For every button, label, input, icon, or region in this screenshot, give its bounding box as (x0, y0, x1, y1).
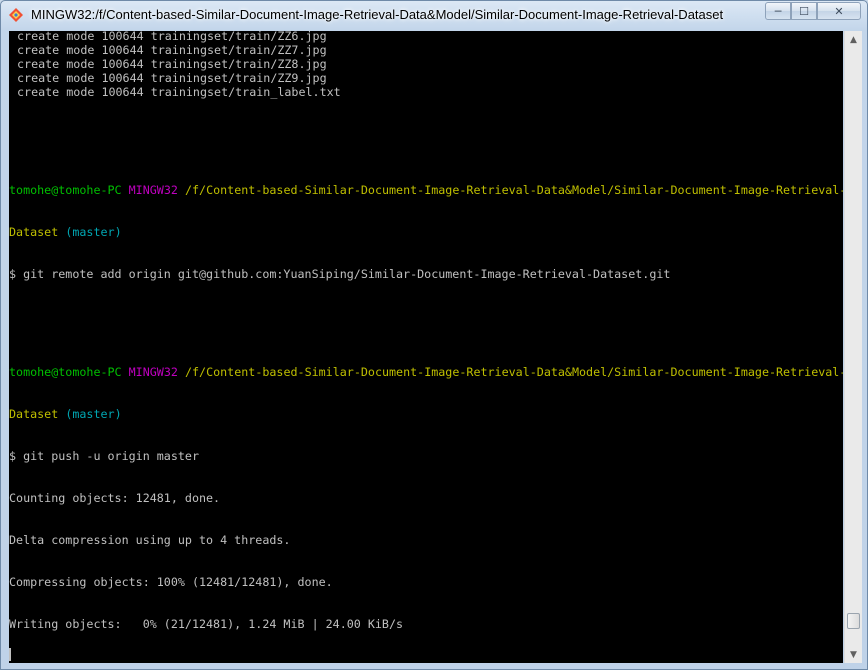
created-file-path: trainingset/train/ZZ7.jpg (150, 43, 327, 57)
prompt-user: tomohe@tomohe-PC (9, 183, 122, 197)
title-bar[interactable]: MINGW32:/f/Content-based-Similar-Documen… (1, 1, 867, 29)
created-file-path: trainingset/train_label.txt (150, 85, 341, 99)
close-icon: ✕ (834, 4, 844, 18)
command-line-push: $ git push -u origin master (9, 449, 843, 463)
output-compressing: Compressing objects: 100% (12481/12481),… (9, 575, 333, 589)
maximize-button[interactable]: ☐ (791, 2, 817, 20)
create-mode-line: create mode 100644 trainingset/train/ZZ8… (9, 57, 843, 71)
created-file-path: trainingset/train/ZZ9.jpg (150, 71, 327, 85)
create-mode-line: create mode 100644 trainingset/train/ZZ6… (9, 31, 843, 43)
terminal-output[interactable]: create mode 100644 trainingset/train/ZZ1… (9, 31, 843, 663)
prompt-line-2: tomohe@tomohe-PC MINGW32 /f/Content-base… (9, 365, 843, 379)
terminal-window: MINGW32:/f/Content-based-Similar-Documen… (0, 0, 868, 670)
minimize-icon: ─ (774, 4, 782, 18)
command-text: git remote add origin git@github.com:Yua… (23, 267, 671, 281)
scroll-down-button[interactable]: ▼ (845, 646, 862, 663)
scroll-up-button[interactable]: ▲ (845, 31, 862, 48)
prompt-shell: MINGW32 (128, 183, 178, 197)
close-button[interactable]: ✕ (817, 2, 861, 20)
prompt-path-cont: Dataset (9, 407, 59, 421)
terminal-lines: create mode 100644 trainingset/train/ZZ1… (9, 31, 843, 659)
prompt-branch: (master) (65, 407, 122, 421)
create-mode-line: create mode 100644 trainingset/train/ZZ7… (9, 43, 843, 57)
prompt-line-2b: Dataset (master) (9, 407, 843, 421)
caption-buttons: ─ ☐ ✕ (765, 2, 861, 20)
create-mode-list: create mode 100644 trainingset/train/ZZ1… (9, 31, 843, 99)
create-mode-prefix: create mode 100644 (17, 85, 151, 99)
create-mode-prefix: create mode 100644 (17, 57, 151, 71)
create-mode-line: create mode 100644 trainingset/train/ZZ9… (9, 71, 843, 85)
scroll-thumb[interactable] (847, 612, 860, 629)
create-mode-prefix: create mode 100644 (17, 43, 151, 57)
arrow-down-icon: ▼ (850, 649, 857, 660)
arrow-up-icon: ▲ (850, 34, 857, 45)
command-text: git push -u origin master (23, 449, 199, 463)
prompt-shell: MINGW32 (128, 365, 178, 379)
create-mode-prefix: create mode 100644 (17, 71, 151, 85)
prompt-symbol: $ (9, 449, 24, 463)
output-counting: Counting objects: 12481, done. (9, 491, 221, 505)
create-mode-prefix: create mode 100644 (17, 31, 151, 43)
create-mode-line: create mode 100644 trainingset/train_lab… (9, 85, 843, 99)
text-cursor (9, 648, 11, 661)
created-file-path: trainingset/train/ZZ6.jpg (150, 31, 327, 43)
window-title: MINGW32:/f/Content-based-Similar-Documen… (31, 7, 724, 22)
output-writing: Writing objects: 0% (21/12481), 1.24 MiB… (9, 617, 404, 631)
prompt-branch: (master) (65, 225, 122, 239)
vertical-scrollbar[interactable]: ▲ ▼ (844, 31, 862, 663)
prompt-line-1: tomohe@tomohe-PC MINGW32 /f/Content-base… (9, 183, 843, 197)
created-file-path: trainingset/train/ZZ8.jpg (150, 57, 327, 71)
command-line-remote: $ git remote add origin git@github.com:Y… (9, 267, 843, 281)
maximize-icon: ☐ (799, 4, 809, 18)
prompt-path: /f/Content-based-Similar-Document-Image-… (184, 183, 843, 197)
minimize-button[interactable]: ─ (765, 2, 791, 20)
prompt-path-cont: Dataset (9, 225, 59, 239)
git-bash-icon (9, 8, 23, 22)
prompt-symbol: $ (9, 267, 24, 281)
output-delta: Delta compression using up to 4 threads. (9, 533, 291, 547)
prompt-path: /f/Content-based-Similar-Document-Image-… (184, 365, 843, 379)
prompt-line-1b: Dataset (master) (9, 225, 843, 239)
prompt-user: tomohe@tomohe-PC (9, 365, 122, 379)
